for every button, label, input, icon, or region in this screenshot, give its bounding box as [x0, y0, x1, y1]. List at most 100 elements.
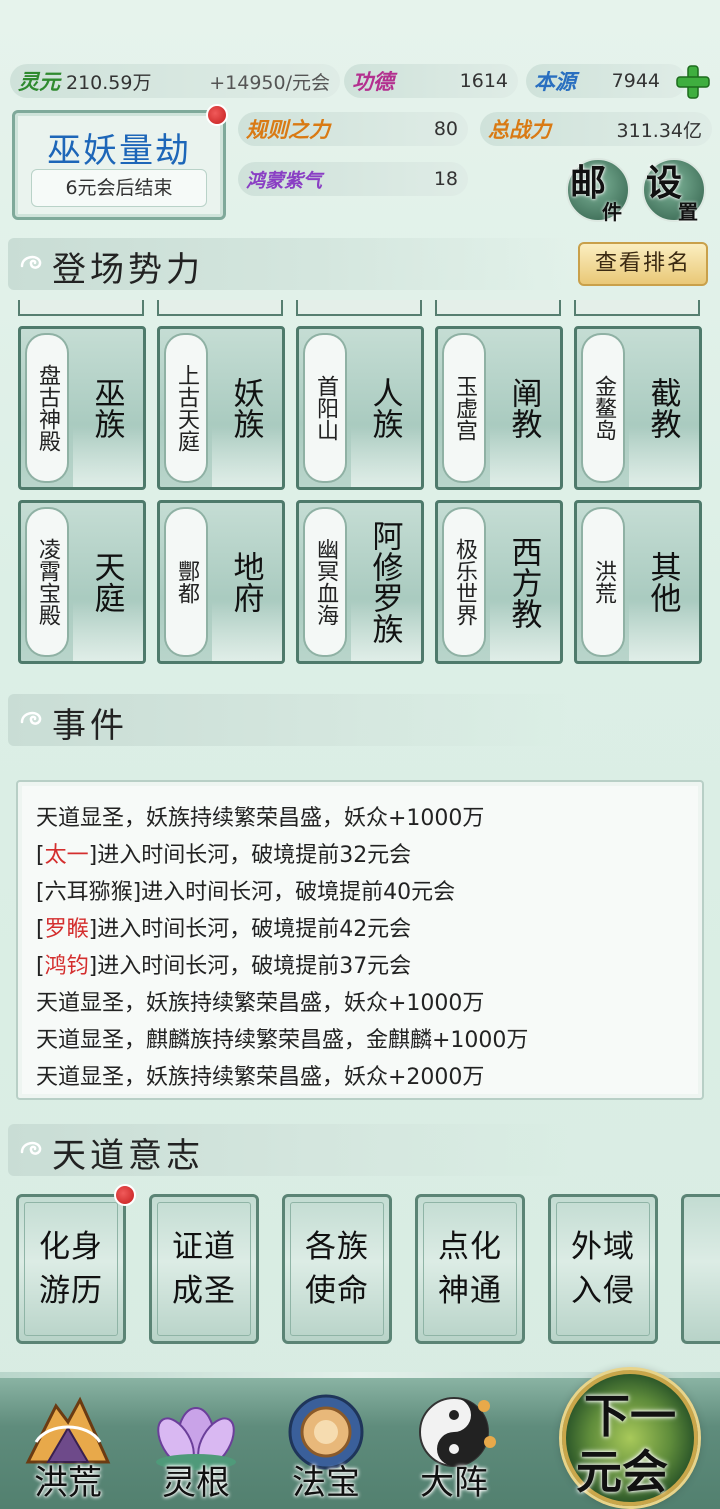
scrolled-row-edge — [296, 300, 422, 316]
mail-button[interactable]: 邮 件 — [566, 158, 630, 224]
lingyuan-stat: 灵元 210.59万 +14950/元会 — [10, 64, 340, 98]
will-card-incarnation[interactable]: 化身 游历 — [16, 1194, 126, 1344]
nav-honghuang[interactable]: 洪荒 — [12, 1378, 124, 1506]
factions-section-header: 登场势力 — [8, 238, 568, 290]
faction-name: 天庭 — [88, 551, 125, 613]
hongmeng-label: 鸿蒙紫气 — [246, 169, 323, 192]
will-card-label: 外域 — [571, 1229, 635, 1265]
log-entry: 天道显圣，妖族持续繁荣昌盛，妖众+2000万 — [36, 1065, 485, 1090]
nav-label: 洪荒 — [34, 1463, 102, 1503]
scrolled-row-edge — [574, 300, 700, 316]
faction-location: 幽冥血海 — [305, 509, 345, 655]
zongzhanli-label: 总战力 — [488, 117, 551, 142]
will-card-label: 点化 — [438, 1229, 502, 1265]
faction-location: 极乐世界 — [444, 509, 484, 655]
faction-location: 洪荒 — [583, 509, 623, 655]
hongmeng-value: 18 — [433, 168, 458, 190]
faction-location: 凌霄宝殿 — [27, 509, 67, 655]
guize-label: 规则之力 — [246, 117, 330, 142]
faction-name: 妖族 — [227, 377, 264, 439]
faction-name: 其他 — [644, 551, 681, 613]
nav-dazhen[interactable]: 大阵 — [398, 1378, 510, 1506]
zongzhanli-stat: 总战力 311.34亿 — [480, 112, 712, 146]
events-title: 事件 — [52, 706, 128, 746]
faction-name: 地府 — [227, 551, 264, 613]
nav-label: 灵根 — [162, 1463, 230, 1503]
log-entry: 天道显圣，麒麟族持续繁荣昌盛，金麒麟+1000万 — [36, 1028, 529, 1053]
view-ranking-button[interactable]: 查看排名 — [578, 242, 708, 286]
faction-card-jie[interactable]: 金鳌岛 截教 — [574, 326, 702, 490]
scrolled-row-edge — [157, 300, 283, 316]
faction-card-tianting[interactable]: 凌霄宝殿 天庭 — [18, 500, 146, 664]
cloud-swirl-icon — [20, 255, 42, 269]
will-card-enlighten[interactable]: 点化 神通 — [415, 1194, 525, 1344]
faction-name: 巫族 — [88, 377, 125, 439]
faction-name: 阐教 — [505, 377, 542, 439]
gongde-stat: 功德 1614 — [344, 64, 518, 98]
log-entry: 天道显圣，妖族持续繁荣昌盛，妖众+1000万 — [36, 806, 485, 831]
faction-location: 金鳌岛 — [583, 335, 623, 481]
faction-card-ren[interactable]: 首阳山 人族 — [296, 326, 424, 490]
cloud-swirl-icon — [20, 1141, 42, 1155]
notification-dot — [114, 1184, 136, 1206]
will-card-partial[interactable] — [681, 1194, 720, 1344]
benyuan-value: 7944 — [611, 70, 660, 92]
lingyuan-rate: +14950/元会 — [209, 71, 330, 94]
will-card-sainthood[interactable]: 证道 成圣 — [149, 1194, 259, 1344]
lingyuan-label: 灵元 — [18, 69, 60, 94]
nav-linggen[interactable]: 灵根 — [140, 1378, 252, 1506]
faction-card-other[interactable]: 洪荒 其他 — [574, 500, 702, 664]
scrolled-row-edge — [18, 300, 144, 316]
notification-dot — [206, 104, 228, 126]
faction-card-chan[interactable]: 玉虚宫 阐教 — [435, 326, 563, 490]
log-entry: [罗睺]进入时间长河，破境提前42元会 — [36, 917, 412, 942]
faction-name: 截教 — [644, 377, 681, 439]
add-benyuan-button[interactable] — [674, 63, 712, 101]
faction-name: 西方教 — [505, 535, 542, 629]
will-card-mission[interactable]: 各族 使命 — [282, 1194, 392, 1344]
benyuan-label: 本源 — [534, 69, 576, 94]
benyuan-stat: 本源 7944 — [526, 64, 686, 98]
settings-button[interactable]: 设 置 — [642, 158, 706, 224]
will-card-label: 化身 — [39, 1229, 103, 1265]
faction-name: 阿修罗族 — [366, 520, 403, 644]
events-section-header: 事件 — [8, 694, 568, 746]
event-countdown: 6元会后结束 — [31, 169, 207, 207]
faction-card-xifang[interactable]: 极乐世界 西方教 — [435, 500, 563, 664]
faction-location: 玉虚宫 — [444, 335, 484, 481]
log-entry: [六耳猕猴]进入时间长河，破境提前40元会 — [36, 880, 456, 905]
faction-card-yao[interactable]: 上古天庭 妖族 — [157, 326, 285, 490]
settings-label: 设 — [646, 162, 683, 204]
will-card-invasion[interactable]: 外域 入侵 — [548, 1194, 658, 1344]
plus-icon — [676, 65, 710, 99]
next-era-button[interactable]: 下一 元会 — [562, 1370, 698, 1506]
will-card-label: 入侵 — [571, 1273, 635, 1309]
faction-card-asura[interactable]: 幽冥血海 阿修罗族 — [296, 500, 424, 664]
will-card-label: 成圣 — [172, 1273, 236, 1309]
catastrophe-event-card[interactable]: 巫妖量劫 6元会后结束 — [12, 110, 226, 220]
hongmeng-stat: 鸿蒙紫气 18 — [238, 162, 468, 196]
settings-label-small: 置 — [678, 200, 698, 224]
nav-fabao[interactable]: 法宝 — [270, 1378, 382, 1506]
will-card-label: 使命 — [305, 1273, 369, 1309]
mail-label: 邮 — [570, 162, 607, 204]
will-card-label: 各族 — [305, 1229, 369, 1265]
guize-stat: 规则之力 80 — [238, 112, 468, 146]
event-log-panel[interactable]: 天道显圣，妖族持续繁荣昌盛，妖众+1000万 [太一]进入时间长河，破境提前32… — [16, 780, 704, 1100]
faction-location: 首阳山 — [305, 335, 345, 481]
faction-card-wu[interactable]: 盘古神殿 巫族 — [18, 326, 146, 490]
will-card-label: 证道 — [172, 1229, 236, 1265]
factions-title: 登场势力 — [52, 250, 204, 290]
log-entry: [鸿钧]进入时间长河，破境提前37元会 — [36, 954, 412, 979]
faction-location: 上古天庭 — [166, 335, 206, 481]
log-entry: [太一]进入时间长河，破境提前32元会 — [36, 843, 412, 868]
gongde-value: 1614 — [459, 70, 508, 92]
faction-card-difu[interactable]: 酆都 地府 — [157, 500, 285, 664]
guize-value: 80 — [433, 118, 458, 140]
zongzhanli-value: 311.34亿 — [616, 119, 702, 142]
log-entry: 天道显圣，妖族持续繁荣昌盛，妖众+1000万 — [36, 991, 485, 1016]
lingyuan-value: 210.59万 — [66, 71, 152, 94]
faction-name: 人族 — [366, 377, 403, 439]
event-title: 巫妖量劫 — [47, 131, 191, 171]
scrolled-row-edge — [435, 300, 561, 316]
